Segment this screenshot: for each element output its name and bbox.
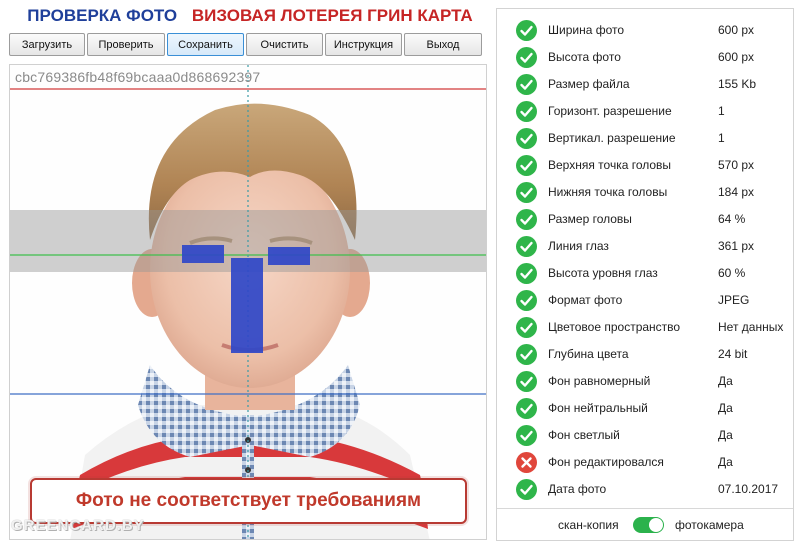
- check-row: Размер файла 155 Kb: [497, 71, 793, 98]
- title-check-photo: ПРОВЕРКА ФОТО: [27, 6, 178, 25]
- check-row: Высота фото 600 px: [497, 44, 793, 71]
- check-row: Линия глаз 361 px: [497, 233, 793, 260]
- check-value: 570 px: [718, 158, 755, 172]
- check-row: Горизонт. разрешение 1: [497, 98, 793, 125]
- check-icon: [516, 290, 537, 311]
- mode-switch[interactable]: [633, 517, 664, 533]
- check-value: Нет данных: [718, 320, 784, 334]
- check-label: Горизонт. разрешение: [548, 104, 672, 118]
- check-row: Ширина фото 600 px: [497, 17, 793, 44]
- check-icon: [516, 101, 537, 122]
- check-label: Вертикал. разрешение: [548, 131, 676, 145]
- check-value: 600 px: [718, 50, 755, 64]
- check-icon: [516, 128, 537, 149]
- check-row: Вертикал. разрешение 1: [497, 125, 793, 152]
- check-icon: [516, 398, 537, 419]
- check-icon: [516, 20, 537, 41]
- site-watermark: GREENCARD.BY: [11, 517, 145, 534]
- check-icon: [516, 209, 537, 230]
- nose-marker: [231, 258, 263, 353]
- toolbar: Загрузить Проверить Сохранить Очистить И…: [9, 33, 487, 57]
- check-icon: [516, 344, 537, 365]
- exit-button[interactable]: Выход: [404, 33, 482, 56]
- check-row: Глубина цвета 24 bit: [497, 341, 793, 368]
- check-value: Да: [718, 374, 733, 388]
- check-value: 24 bit: [718, 347, 748, 361]
- camera-label: фотокамера: [675, 518, 744, 532]
- clear-button[interactable]: Очистить: [246, 33, 323, 56]
- check-results-panel: Ширина фото 600 px Высота фото 600 px Размер…: [496, 8, 794, 541]
- check-value: 600 px: [718, 23, 755, 37]
- check-label: Нижняя точка головы: [548, 185, 668, 199]
- check-icon: [516, 263, 537, 284]
- check-value: 361 px: [718, 239, 755, 253]
- check-value: 1: [718, 131, 725, 145]
- check-icon: [516, 155, 537, 176]
- check-icon: [516, 74, 537, 95]
- check-label: Фон нейтральный: [548, 401, 648, 415]
- title-lottery: ВИЗОВАЯ ЛОТЕРЕЯ ГРИН КАРТА: [191, 6, 473, 25]
- instructions-button[interactable]: Инструкция: [325, 33, 402, 56]
- check-label: Формат фото: [548, 293, 623, 307]
- check-label: Ширина фото: [548, 23, 625, 37]
- check-results-list: Ширина фото 600 px Высота фото 600 px Размер…: [497, 17, 793, 503]
- check-value: 07.10.2017: [718, 482, 779, 496]
- check-value: 64 %: [718, 212, 746, 226]
- check-label: Размер файла: [548, 77, 630, 91]
- panel-divider: [497, 508, 793, 509]
- error-icon: [516, 452, 537, 473]
- check-row: Дата фото 07.10.2017: [497, 476, 793, 503]
- check-button[interactable]: Проверить: [87, 33, 165, 56]
- check-row: Высота уровня глаз 60 %: [497, 260, 793, 287]
- check-row: Верхняя точка головы 570 px: [497, 152, 793, 179]
- check-row: Фон нейтральный Да: [497, 395, 793, 422]
- check-row: Фон светлый Да: [497, 422, 793, 449]
- check-icon: [516, 182, 537, 203]
- check-icon: [516, 236, 537, 257]
- check-label: Размер головы: [548, 212, 632, 226]
- check-row: Цветовое пространство Нет данных: [497, 314, 793, 341]
- check-label: Глубина цвета: [548, 347, 629, 361]
- photo-preview: cbc769386fb48f69bcaaa0d868692397 Фото не…: [9, 64, 487, 540]
- check-label: Фон равномерный: [548, 374, 651, 388]
- source-mode-toggle: скан-копия фотокамера: [497, 515, 793, 535]
- check-row: Фон равномерный Да: [497, 368, 793, 395]
- check-row: Формат фото JPEG: [497, 287, 793, 314]
- scan-copy-label: скан-копия: [558, 518, 619, 532]
- check-icon: [516, 425, 537, 446]
- check-icon: [516, 317, 537, 338]
- check-label: Верхняя точка головы: [548, 158, 672, 172]
- check-value: Да: [718, 401, 733, 415]
- check-value: 60 %: [718, 266, 746, 280]
- photo-hash: cbc769386fb48f69bcaaa0d868692397: [15, 69, 261, 85]
- check-icon: [516, 371, 537, 392]
- check-value: Да: [718, 428, 733, 442]
- check-value: 1: [718, 104, 725, 118]
- right-eye-marker: [268, 247, 310, 265]
- app-title: ПРОВЕРКА ФОТО ВИЗОВАЯ ЛОТЕРЕЯ ГРИН КАРТА: [0, 6, 500, 26]
- check-value: Да: [718, 455, 733, 469]
- check-label: Цветовое пространство: [548, 320, 681, 334]
- mode-switch-knob: [649, 518, 663, 532]
- load-button[interactable]: Загрузить: [9, 33, 85, 56]
- check-label: Фон светлый: [548, 428, 620, 442]
- check-icon: [516, 479, 537, 500]
- check-row: Нижняя точка головы 184 px: [497, 179, 793, 206]
- check-label: Высота фото: [548, 50, 621, 64]
- photo-image: [10, 65, 486, 539]
- check-row: Размер головы 64 %: [497, 206, 793, 233]
- check-value: JPEG: [718, 293, 750, 307]
- save-button[interactable]: Сохранить: [167, 33, 244, 56]
- check-row: Фон редактировался Да: [497, 449, 793, 476]
- check-label: Дата фото: [548, 482, 607, 496]
- check-value: 184 px: [718, 185, 755, 199]
- check-label: Высота уровня глаз: [548, 266, 658, 280]
- check-label: Линия глаз: [548, 239, 609, 253]
- check-icon: [516, 47, 537, 68]
- check-label: Фон редактировался: [548, 455, 664, 469]
- left-eye-marker: [182, 245, 224, 263]
- check-value: 155 Kb: [718, 77, 757, 91]
